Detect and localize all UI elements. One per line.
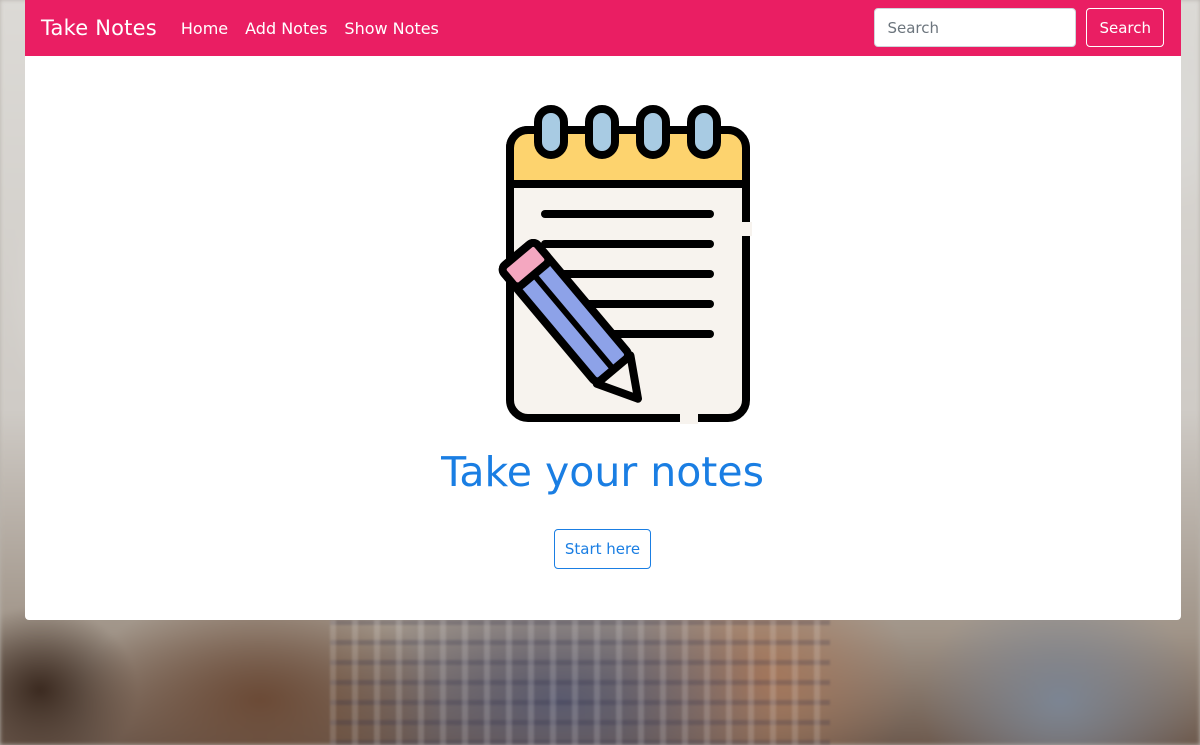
nav-show-notes-link[interactable]: Show Notes: [344, 19, 438, 38]
search-input[interactable]: [874, 8, 1077, 47]
hero-title: Take your notes: [441, 448, 764, 496]
search-form: Search: [874, 8, 1164, 47]
background-plaid: [330, 620, 830, 745]
nav-home-link[interactable]: Home: [181, 19, 228, 38]
start-here-button[interactable]: Start here: [554, 529, 651, 569]
notepad-pencil-icon: [450, 100, 760, 430]
nav-add-notes-link[interactable]: Add Notes: [245, 19, 327, 38]
brand-link[interactable]: Take Notes: [41, 16, 157, 40]
navbar: Take Notes Home Add Notes Show Notes Sea…: [25, 0, 1181, 56]
search-button[interactable]: Search: [1086, 8, 1164, 47]
